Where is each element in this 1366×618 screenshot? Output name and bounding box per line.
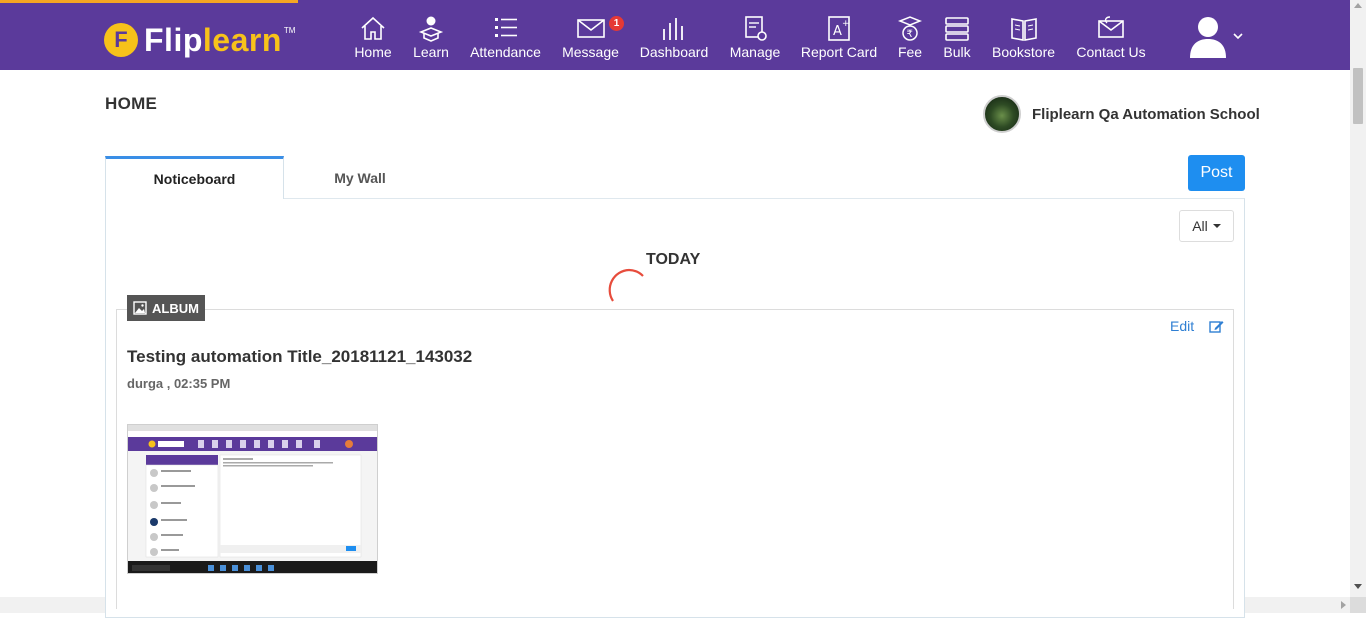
nav-attendance[interactable]: Attendance (470, 14, 541, 60)
nav-contact-us[interactable]: Contact Us (1076, 14, 1146, 60)
nav-attendance-label: Attendance (470, 44, 541, 60)
scrollbar-corner (1350, 597, 1366, 613)
feed-tabs: Noticeboard My Wall (105, 156, 436, 199)
school-logo (983, 95, 1021, 133)
nav-bookstore[interactable]: Bookstore (992, 14, 1055, 60)
school-info: Fliplearn Qa Automation School (983, 95, 1260, 133)
nav-fee[interactable]: ₹ Fee (897, 14, 923, 60)
caret-down-icon (1212, 224, 1221, 228)
nav-message-label: Message (562, 44, 619, 60)
nav-manage[interactable]: Manage (730, 14, 780, 60)
album-type-label: ALBUM (152, 300, 199, 316)
fliplearn-logo[interactable]: F Fliplearn TM (104, 20, 295, 60)
attendance-list-icon (494, 18, 517, 37)
nav-home[interactable]: Home (354, 14, 392, 60)
page-title: HOME (105, 94, 158, 113)
user-avatar-icon (1190, 17, 1226, 58)
svg-text:A: A (833, 24, 842, 39)
album-image-thumbnail[interactable] (127, 424, 378, 574)
tab-my-wall[interactable]: My Wall (284, 156, 436, 199)
svg-text:₹: ₹ (907, 29, 913, 40)
report-card-icon: A + (828, 16, 850, 41)
nav-dashboard[interactable]: Dashboard (640, 14, 708, 60)
nav-bulk[interactable]: Bulk (943, 14, 971, 60)
scroll-up-arrow-icon[interactable] (1354, 3, 1362, 8)
filter-selected-value: All (1192, 218, 1208, 234)
filter-dropdown[interactable]: All (1179, 210, 1234, 242)
contact-envelope-phone-icon (1098, 16, 1124, 38)
page-load-progress (0, 0, 298, 3)
bar-chart-icon (663, 18, 683, 40)
album-screenshot-image (128, 425, 377, 573)
logo-word-learn: learn (202, 21, 282, 58)
album-type-tag: ALBUM (127, 295, 205, 321)
fee-rupee-icon: ₹ (897, 16, 923, 41)
envelope-icon (576, 19, 605, 38)
nav-learn[interactable]: Learn (413, 14, 449, 60)
nav-manage-label: Manage (729, 44, 781, 60)
logo-trademark: TM (283, 26, 296, 35)
nav-bulk-label: Bulk (943, 44, 971, 60)
edit-pencil-icon (1209, 320, 1224, 333)
scrollbar-thumb[interactable] (1353, 68, 1363, 124)
school-name: Fliplearn Qa Automation School (1032, 105, 1260, 123)
nav-bookstore-label: Bookstore (991, 44, 1056, 60)
edit-post-button[interactable]: Edit (1170, 318, 1224, 334)
edit-label: Edit (1170, 318, 1195, 334)
post-author-time: durga , 02:35 PM (127, 376, 231, 391)
home-icon (361, 16, 385, 40)
top-navigation-bar: F Fliplearn TM Home Learn Attendance 1 M… (0, 0, 1350, 70)
book-icon (1010, 18, 1037, 41)
logo-word-flip: Flip (144, 21, 203, 58)
logo-wordmark: Fliplearn (144, 22, 282, 59)
nav-home-label: Home (354, 44, 392, 60)
learn-icon (418, 16, 444, 42)
scroll-right-arrow-icon[interactable] (1341, 601, 1346, 609)
logo-badge: F (104, 23, 138, 57)
loading-spinner-icon (608, 268, 644, 302)
chevron-down-icon (1233, 33, 1243, 40)
nav-dashboard-label: Dashboard (639, 44, 709, 60)
tab-noticeboard[interactable]: Noticeboard (105, 156, 284, 199)
message-unread-badge: 1 (609, 16, 624, 31)
nav-contact-us-label: Contact Us (1076, 44, 1146, 60)
svg-text:+: + (842, 19, 850, 29)
nav-report-card[interactable]: A + Report Card (800, 14, 878, 60)
image-icon (133, 301, 147, 315)
nav-report-card-label: Report Card (800, 44, 878, 60)
nav-learn-label: Learn (413, 44, 449, 60)
user-menu[interactable] (1188, 14, 1248, 58)
scroll-down-arrow-icon[interactable] (1354, 584, 1362, 589)
post-button[interactable]: Post (1188, 155, 1245, 191)
date-section-heading: TODAY (646, 251, 701, 268)
manage-gear-icon (745, 16, 767, 41)
post-title: Testing automation Title_20181121_143032 (127, 347, 473, 366)
active-tab-connector (106, 197, 283, 200)
bulk-stack-icon (945, 17, 969, 41)
nav-fee-label: Fee (897, 44, 923, 60)
nav-message[interactable]: 1 Message (562, 14, 624, 60)
